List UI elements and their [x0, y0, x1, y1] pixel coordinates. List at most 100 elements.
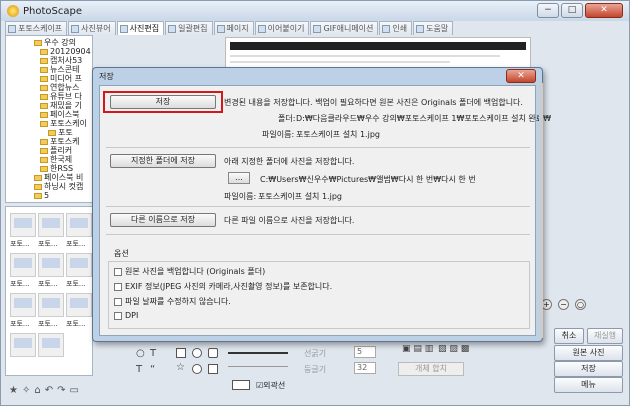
tab-page[interactable]: 페이지 — [213, 21, 254, 35]
dialog-close-button[interactable]: ✕ — [506, 69, 536, 83]
text-tool-icon[interactable]: T — [136, 364, 142, 375]
thumbnail-label: 포토... — [66, 280, 86, 288]
folder-icon — [34, 193, 42, 199]
save-to-folder-button[interactable]: 지정한 폴더에 저장 — [110, 154, 216, 168]
tab-print[interactable]: 인쇄 — [379, 21, 413, 35]
thumbnail-panel[interactable]: 포토... 포토... 포토... 포토... 포토... 포토... 포토..… — [5, 206, 93, 376]
ellipse-icon[interactable] — [192, 364, 202, 374]
tree-item[interactable]: 5 — [34, 191, 49, 201]
folder-tree[interactable]: 우수 강의 20120904 첫교 캡처사53 뉴스콘테 미디어 프 연합뉴스 … — [5, 35, 93, 203]
roundness-label: 둥글기 — [304, 365, 327, 374]
tab-photoscape[interactable]: 포토스케이프 — [5, 21, 68, 35]
rounded-rect-icon[interactable] — [208, 348, 218, 358]
zoom-controls: + − ○ — [541, 299, 586, 310]
checkbox-box[interactable] — [114, 311, 122, 320]
preserve-exif-checkbox[interactable]: EXIF 정보(JPEG 사진의 카메라,사진촬영 정보)를 보존합니다. — [114, 281, 332, 292]
square-icon[interactable] — [208, 364, 218, 374]
photoscape-tab-icon — [8, 24, 16, 33]
tab-gif[interactable]: GIF애니메이션 — [310, 21, 379, 35]
zoom-out-icon[interactable]: − — [558, 299, 569, 310]
page-tab-icon — [216, 24, 225, 33]
text-icon[interactable]: T — [150, 348, 156, 359]
minimize-button[interactable]: − — [537, 3, 559, 18]
folder-icon — [40, 58, 48, 64]
tab-help[interactable]: 도움말 — [413, 21, 454, 35]
checkbox-box[interactable] — [114, 282, 122, 291]
thumbnail[interactable] — [10, 213, 36, 237]
photo-preview — [225, 37, 531, 71]
filter-icon[interactable]: ✧ — [22, 385, 30, 396]
gif-tab-icon — [313, 24, 322, 33]
quote-icon[interactable]: “ — [150, 364, 155, 375]
thumbnail[interactable] — [38, 253, 64, 277]
main-tabs: 포토스케이프 사진뷰어 사진편집 일괄편집 페이지 이어붙이기 GIF애니메이션… — [5, 21, 454, 35]
thumbnail[interactable] — [10, 333, 36, 357]
redo-icon[interactable]: ↷ — [57, 385, 65, 396]
dialog-scrollbar[interactable] — [539, 83, 543, 338]
title-bar[interactable]: PhotoScape − □ ✕ — [1, 1, 629, 21]
save-dialog: 저장 ✕ 저장 변경된 내용을 저장합니다. 백업이 필요하다면 원본 사진은 … — [92, 67, 551, 342]
divider — [106, 206, 530, 207]
thumbnail-toolbar: ★ ✧ ⌂ ↶ ↷ ▭ — [9, 385, 79, 396]
viewer-tab-icon — [71, 24, 80, 33]
undo-icon[interactable]: ↶ — [45, 385, 53, 396]
thumbnail[interactable] — [38, 333, 64, 357]
thumbnail-label: 포토... — [10, 280, 30, 288]
line-thickness-input[interactable]: 5 — [354, 346, 376, 358]
thumbnail[interactable] — [66, 213, 92, 237]
outline-checkbox[interactable]: ☑외곽선 — [256, 380, 285, 391]
keep-file-date-checkbox[interactable]: 파일 날짜를 수정하지 않습니다. — [114, 296, 231, 307]
save-main-button[interactable]: 저장 — [554, 361, 623, 377]
color-picker-icon[interactable] — [232, 380, 250, 390]
backup-original-checkbox[interactable]: 원본 사진을 백업합니다 (Originals 폴더) — [114, 266, 265, 277]
folder-up-icon[interactable]: ⌂ — [34, 385, 40, 396]
folder-icon — [40, 49, 48, 55]
size-slider-icon[interactable]: ▭ — [70, 385, 79, 396]
line-style-select[interactable] — [228, 352, 288, 354]
rectangle-icon[interactable] — [176, 348, 186, 358]
thumbnail-label: 포토... — [38, 240, 58, 248]
thumbnail[interactable] — [38, 293, 64, 317]
layer-icons[interactable]: ▧ ▨ ▩ — [438, 344, 469, 354]
checkbox-box[interactable] — [114, 267, 122, 276]
circle-icon[interactable] — [192, 348, 202, 358]
redo-button[interactable]: 재실행 — [587, 328, 623, 344]
browse-folder-button[interactable]: ... — [228, 172, 250, 184]
divider — [106, 234, 530, 235]
zoom-fit-icon[interactable]: ○ — [575, 299, 586, 310]
save-as-button[interactable]: 다른 이름으로 저장 — [110, 213, 216, 227]
star-shape-icon[interactable]: ☆ — [176, 362, 185, 373]
folder-icon — [40, 166, 48, 172]
preview-line — [230, 55, 500, 57]
target-filename-label: 파일이름: — [224, 192, 257, 201]
thumbnail[interactable] — [10, 293, 36, 317]
align-icons[interactable]: ▣ ▤ ▥ — [402, 344, 433, 354]
checkbox-box[interactable] — [114, 297, 122, 306]
thumbnail[interactable] — [10, 253, 36, 277]
maximize-button[interactable]: □ — [561, 3, 583, 18]
folder-icon — [40, 157, 48, 163]
app-title: PhotoScape — [23, 5, 82, 17]
star-icon[interactable]: ★ — [9, 385, 18, 396]
speech-bubble-icon[interactable]: ○ — [136, 348, 145, 359]
thumbnail-label: 포토... — [66, 320, 86, 328]
photoscape-window: PhotoScape − □ ✕ 포토스케이프 사진뷰어 사진편집 일괄편집 페… — [0, 0, 630, 406]
tab-batch[interactable]: 일괄편집 — [165, 21, 213, 35]
tab-combine[interactable]: 이어붙이기 — [254, 21, 310, 35]
roundness-input[interactable]: 32 — [354, 362, 376, 374]
menu-button[interactable]: 메뉴 — [554, 377, 623, 393]
tab-viewer[interactable]: 사진뷰어 — [68, 21, 116, 35]
tab-editor[interactable]: 사진편집 — [116, 21, 165, 35]
merge-objects-button[interactable]: 개체 합치 — [398, 362, 464, 376]
target-filename-value: 포토스케이프 설치 1.jpg — [258, 192, 342, 201]
thumbnail[interactable] — [66, 293, 92, 317]
thumbnail[interactable] — [66, 253, 92, 277]
cancel-button[interactable]: 취소 — [554, 328, 584, 344]
dash-style-select[interactable] — [228, 366, 288, 367]
close-window-button[interactable]: ✕ — [585, 3, 623, 18]
save-as-description: 다른 파일 이름으로 사진을 저장합니다. — [224, 216, 355, 225]
thumbnail[interactable] — [38, 213, 64, 237]
save-button[interactable]: 저장 — [110, 95, 216, 109]
original-photo-button[interactable]: 원본 사진 — [554, 345, 623, 361]
dpi-checkbox[interactable]: DPI — [114, 311, 138, 320]
